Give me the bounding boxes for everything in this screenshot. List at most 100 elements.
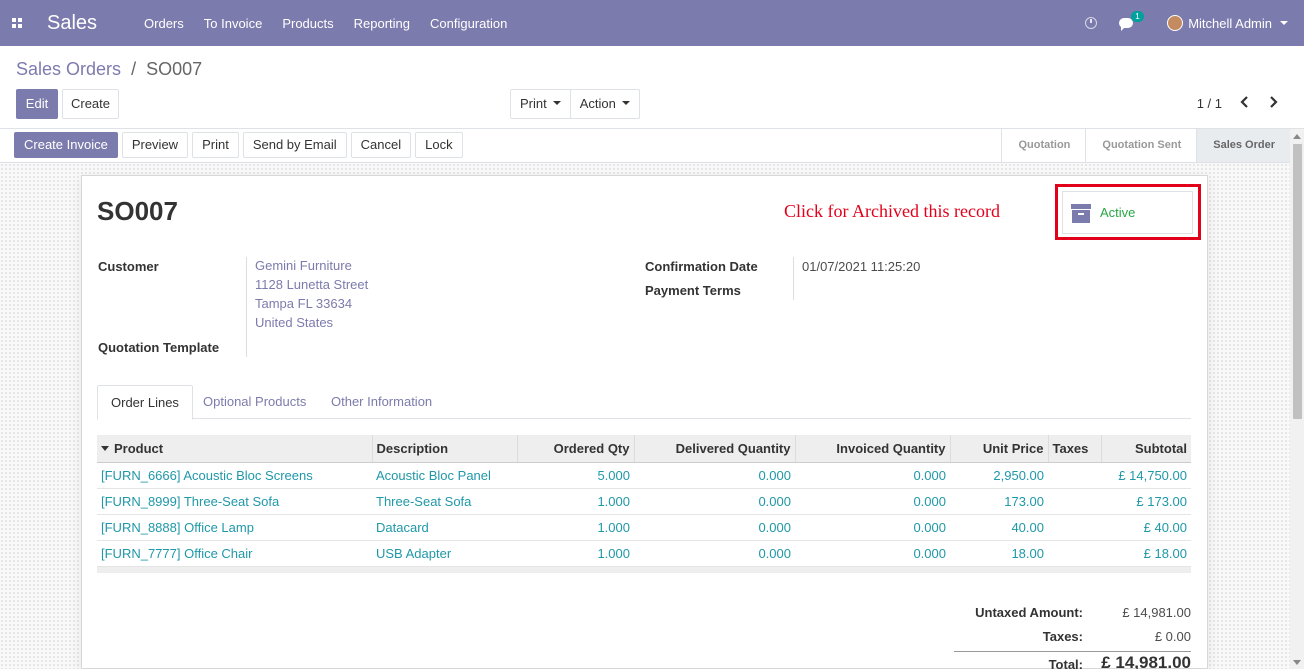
active-toggle-button[interactable]: Active — [1062, 191, 1193, 234]
user-menu[interactable]: Mitchell Admin — [1188, 16, 1272, 31]
cell-unit-price[interactable]: 18.00 — [950, 540, 1048, 567]
create-button[interactable]: Create — [62, 89, 119, 119]
taxes-value: £ 0.00 — [1154, 629, 1191, 644]
confirmation-date-field[interactable]: 01/07/2021 11:25:20 — [802, 259, 920, 274]
print-action-group: Print Action — [510, 89, 640, 119]
menu-orders[interactable]: Orders — [144, 16, 184, 31]
cell-ordered-qty[interactable]: 1.000 — [517, 488, 634, 515]
cell-taxes[interactable] — [1048, 514, 1101, 541]
preview-button[interactable]: Preview — [121, 132, 189, 158]
edit-button[interactable]: Edit — [16, 89, 58, 119]
stage-quotation-sent[interactable]: Quotation Sent — [1085, 129, 1197, 162]
user-menu-caret-icon[interactable] — [1280, 21, 1288, 25]
cell-ordered-qty[interactable]: 1.000 — [517, 540, 634, 567]
cell-taxes[interactable] — [1048, 462, 1101, 489]
tab-optional-products[interactable]: Optional Products — [190, 385, 319, 419]
payment-terms-label: Payment Terms — [645, 283, 741, 298]
statusbar-buttons: Create Invoice Preview Print Send by Ema… — [14, 132, 467, 158]
messaging-menu[interactable]: 1 — [1119, 11, 1144, 31]
cell-invoiced-qty[interactable]: 0.000 — [795, 514, 950, 541]
cell-unit-price[interactable]: 173.00 — [950, 488, 1048, 515]
main-menu: Orders To Invoice Products Reporting Con… — [144, 16, 527, 31]
print-dropdown[interactable]: Print — [511, 90, 570, 118]
customer-name[interactable]: Gemini Furniture — [255, 256, 368, 275]
notebook-tabs: Order Lines Optional Products Other Info… — [97, 385, 1191, 420]
cell-delivered-qty[interactable]: 0.000 — [634, 488, 795, 515]
cell-subtotal[interactable]: £ 14,750.00 — [1101, 462, 1191, 489]
cell-product[interactable]: [FURN_8888] Office Lamp — [97, 514, 372, 541]
col-unit-price[interactable]: Unit Price — [949, 435, 1048, 463]
col-subtotal[interactable]: Subtotal — [1100, 435, 1191, 463]
pager-value[interactable]: 1 / 1 — [1197, 96, 1222, 111]
cell-taxes[interactable] — [1048, 488, 1101, 515]
cell-delivered-qty[interactable]: 0.000 — [634, 540, 795, 567]
scroll-thumb[interactable] — [1293, 144, 1302, 419]
cell-subtotal[interactable]: £ 173.00 — [1101, 488, 1191, 515]
message-count-badge: 1 — [1131, 11, 1144, 22]
cell-invoiced-qty[interactable]: 0.000 — [795, 462, 950, 489]
sort-caret-icon[interactable] — [101, 445, 109, 451]
col-ordered-qty[interactable]: Ordered Qty — [516, 435, 634, 463]
cancel-button[interactable]: Cancel — [350, 132, 412, 158]
table-row[interactable]: [FURN_7777] Office Chair USB Adapter 1.0… — [97, 540, 1191, 567]
lock-button[interactable]: Lock — [415, 132, 463, 158]
col-taxes[interactable]: Taxes — [1047, 435, 1101, 463]
apps-menu-icon[interactable] — [12, 18, 22, 28]
cell-invoiced-qty[interactable]: 0.000 — [795, 540, 950, 567]
customer-address-line3: United States — [255, 315, 334, 330]
stage-quotation[interactable]: Quotation — [1001, 129, 1086, 162]
table-row[interactable]: [FURN_8888] Office Lamp Datacard 1.000 0… — [97, 514, 1191, 541]
cell-subtotal[interactable]: £ 18.00 — [1101, 540, 1191, 567]
action-dropdown[interactable]: Action — [569, 90, 639, 118]
pager-previous-icon[interactable] — [1238, 95, 1252, 109]
breadcrumb-current: SO007 — [146, 59, 203, 79]
table-header-row: Product Description Ordered Qty Delivere… — [97, 435, 1191, 463]
cell-product[interactable]: [FURN_6666] Acoustic Bloc Screens — [97, 462, 372, 489]
archive-annotation-text: Click for Archived this record — [784, 201, 1000, 221]
col-delivered-quantity[interactable]: Delivered Quantity — [633, 435, 795, 463]
send-by-email-button[interactable]: Send by Email — [242, 132, 347, 158]
cell-delivered-qty[interactable]: 0.000 — [634, 514, 795, 541]
tab-order-lines[interactable]: Order Lines — [97, 385, 193, 420]
print-button[interactable]: Print — [192, 132, 239, 158]
cell-ordered-qty[interactable]: 1.000 — [517, 514, 634, 541]
scroll-up-icon[interactable] — [1293, 134, 1301, 139]
tab-other-information[interactable]: Other Information — [318, 385, 445, 419]
totals-divider — [954, 651, 1191, 652]
user-avatar[interactable] — [1167, 15, 1184, 31]
cell-unit-price[interactable]: 2,950.00 — [950, 462, 1048, 489]
cell-description[interactable]: Acoustic Bloc Panel — [372, 462, 517, 489]
cell-description[interactable]: Three-Seat Sofa — [372, 488, 517, 515]
col-product[interactable]: Product — [97, 435, 372, 463]
stage-sales-order[interactable]: Sales Order — [1196, 129, 1290, 162]
table-row[interactable]: [FURN_8999] Three-Seat Sofa Three-Seat S… — [97, 488, 1191, 515]
control-panel: Sales Orders / SO007 Edit Create Print A… — [0, 46, 1304, 129]
create-invoice-button[interactable]: Create Invoice — [14, 132, 118, 158]
cell-delivered-qty[interactable]: 0.000 — [634, 462, 795, 489]
pager-next-icon[interactable] — [1266, 95, 1280, 109]
cell-ordered-qty[interactable]: 5.000 — [517, 462, 634, 489]
menu-reporting[interactable]: Reporting — [354, 16, 410, 31]
cell-subtotal[interactable]: £ 40.00 — [1101, 514, 1191, 541]
scroll-down-icon[interactable] — [1293, 660, 1301, 665]
table-row[interactable]: [FURN_6666] Acoustic Bloc Screens Acoust… — [97, 462, 1191, 489]
menu-to-invoice[interactable]: To Invoice — [204, 16, 263, 31]
cell-product[interactable]: [FURN_7777] Office Chair — [97, 540, 372, 567]
cell-description[interactable]: Datacard — [372, 514, 517, 541]
cell-description[interactable]: USB Adapter — [372, 540, 517, 567]
app-brand[interactable]: Sales — [47, 12, 97, 35]
cell-unit-price[interactable]: 40.00 — [950, 514, 1048, 541]
activity-clock-icon[interactable] — [1085, 17, 1098, 29]
col-invoiced-quantity[interactable]: Invoiced Quantity — [794, 435, 950, 463]
col-description[interactable]: Description — [371, 435, 517, 463]
cell-taxes[interactable] — [1048, 540, 1101, 567]
quotation-template-label: Quotation Template — [98, 340, 220, 355]
menu-products[interactable]: Products — [282, 16, 333, 31]
action-dropdown-label: Action — [579, 96, 616, 111]
cell-invoiced-qty[interactable]: 0.000 — [795, 488, 950, 515]
menu-configuration[interactable]: Configuration — [430, 16, 507, 31]
breadcrumb-sales-orders[interactable]: Sales Orders — [16, 59, 121, 79]
customer-field[interactable]: Gemini Furniture 1128 Lunetta Street Tam… — [255, 256, 368, 332]
vertical-scrollbar[interactable] — [1290, 129, 1304, 669]
cell-product[interactable]: [FURN_8999] Three-Seat Sofa — [97, 488, 372, 515]
